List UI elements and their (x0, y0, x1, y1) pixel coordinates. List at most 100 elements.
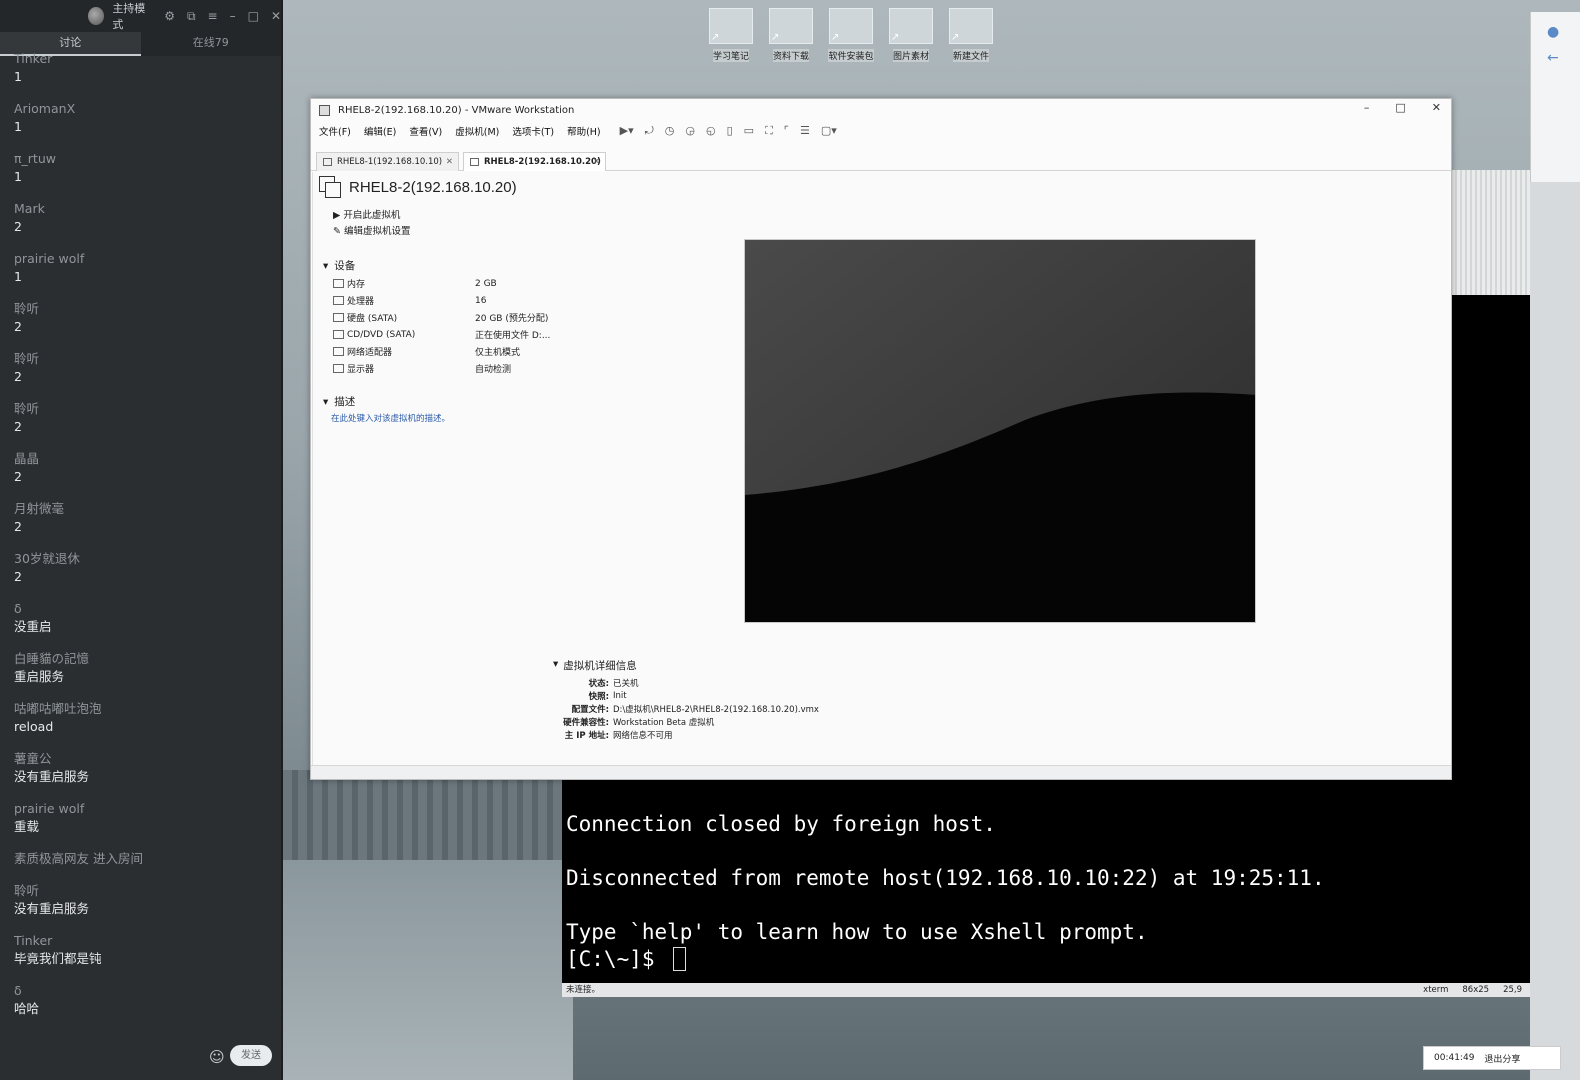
edit-settings-link[interactable]: ✎ 编辑虚拟机设置 (333, 224, 410, 240)
device-row-display[interactable]: 显示器 自动检测 (333, 360, 550, 377)
device-row-disk[interactable]: 硬盘 (SATA) 20 GB (预先分配) (333, 309, 550, 326)
tab-rhel8-2[interactable]: RHEL8-2(192.168.10.20) ✕ (463, 152, 606, 171)
close-icon[interactable]: ✕ (1432, 101, 1441, 114)
desktop-shortcut[interactable]: 学习笔记 (705, 8, 757, 70)
chat-username[interactable]: AriomanX (14, 100, 267, 118)
chat-text: 1 (14, 269, 22, 284)
minimize-icon[interactable]: – (1364, 101, 1370, 114)
description-input[interactable]: 在此处键入对该虚拟机的描述。 (331, 412, 450, 424)
chat-username[interactable]: Tinker (14, 932, 267, 950)
vm-screen-preview[interactable] (744, 239, 1256, 623)
chat-header: 主持模式 ⚙ ⧉ ≡ – □ ✕ (0, 0, 281, 32)
vm-actions: ▶ 开启此虚拟机 ✎ 编辑虚拟机设置 (333, 208, 410, 240)
send-keys-icon[interactable]: ⤾ (645, 124, 654, 138)
chat-username[interactable]: δ (14, 982, 267, 1000)
chat-username[interactable]: prairie wolf (14, 800, 267, 818)
library-icon[interactable]: ▯ (727, 124, 733, 138)
avatar[interactable] (88, 7, 105, 25)
chat-username[interactable]: 聆听 (14, 882, 267, 900)
menu-vm[interactable]: 虚拟机(M) (455, 124, 499, 138)
revert-snapshot-icon[interactable]: ◶ (685, 124, 695, 138)
close-tab-icon[interactable]: ✕ (593, 153, 600, 171)
tab-label: RHEL8-2(192.168.10.20) (484, 157, 601, 167)
chat-username[interactable]: 素质极高网友 进入房间 (14, 850, 267, 868)
chat-username[interactable]: 白睡貓の記憶 (14, 650, 267, 668)
desktop-shortcut[interactable]: 资料下载 (765, 8, 817, 70)
minimize-icon[interactable]: – (230, 9, 236, 23)
menu-icon[interactable]: ≡ (208, 9, 218, 23)
chat-username[interactable]: 30岁就退休 (14, 550, 267, 568)
disk-icon (333, 313, 344, 322)
device-row-network[interactable]: 网络适配器 仅主机模式 (333, 343, 550, 360)
device-row-cpu[interactable]: 处理器 16 (333, 292, 550, 309)
live-chat-panel: 主持模式 ⚙ ⧉ ≡ – □ ✕ 讨论 在线79 Tinker 1 AriomanX… (0, 0, 283, 1080)
chat-text: 2 (14, 519, 22, 534)
play-icon[interactable]: ▶▾ (620, 124, 634, 138)
maximize-icon[interactable]: □ (1395, 101, 1405, 114)
menu-edit[interactable]: 编辑(E) (364, 124, 396, 138)
snapshot-manager-icon[interactable]: ◵ (706, 124, 716, 138)
close-icon[interactable]: ✕ (271, 9, 281, 23)
chat-username[interactable]: 晶晶 (14, 450, 267, 468)
back-arrow-icon[interactable]: ← (1547, 50, 1559, 66)
chat-text: 2 (14, 369, 22, 384)
snapshot-icon[interactable]: ◷ (665, 124, 675, 138)
chat-message: 聆听 2 (14, 350, 267, 386)
connection-status: 未连接。 (566, 985, 601, 995)
chat-message: 聆听 没有重启服务 (14, 882, 267, 918)
menu-file[interactable]: 文件(F) (319, 124, 351, 138)
thumbnail-icon[interactable]: ▭ (744, 124, 754, 138)
desktop-shortcut[interactable]: 新建文件 (945, 8, 997, 70)
chat-username[interactable]: 聆听 (14, 350, 267, 368)
chat-username[interactable]: 聆听 (14, 300, 267, 318)
unity-icon[interactable]: ⌜ (784, 124, 789, 138)
exit-share-button[interactable]: 退出分享 (1484, 1052, 1520, 1065)
power-on-link[interactable]: ▶ 开启此虚拟机 (333, 208, 410, 224)
chat-username[interactable]: 咕嘟咕嘟吐泡泡 (14, 700, 267, 718)
view-icon[interactable]: ▢▾ (821, 124, 837, 138)
menu-view[interactable]: 查看(V) (409, 124, 442, 138)
vm-header: RHEL8-2(192.168.10.20) (319, 176, 517, 198)
vm-details: ▾ 虚拟机详细信息 状态: 已关机 快照: Init 配置文件: D:\虚拟机\RHEL… (553, 658, 819, 741)
details-section-header[interactable]: ▾ 虚拟机详细信息 (553, 658, 819, 673)
close-tab-icon[interactable]: ✕ (446, 153, 453, 171)
chat-message: 咕嘟咕嘟吐泡泡 reload (14, 700, 267, 736)
popout-icon[interactable]: ⧉ (187, 9, 196, 24)
device-row-cdrom[interactable]: CD/DVD (SATA) 正在使用文件 D:... (333, 326, 550, 343)
chat-username[interactable]: Mark (14, 200, 267, 218)
device-row-memory[interactable]: 内存 2 GB (333, 275, 550, 292)
maximize-icon[interactable]: □ (248, 9, 259, 23)
settings-icon[interactable]: ⚙ (164, 9, 175, 23)
chat-text: 2 (14, 569, 22, 584)
chat-text: 1 (14, 69, 22, 84)
terminal-prompt-line[interactable]: [C:\~]$ (566, 946, 1325, 973)
desktop-shortcut[interactable]: 图片素材 (885, 8, 937, 70)
console-icon[interactable]: ☰ (800, 124, 810, 138)
chat-message: 月射微毫 2 (14, 500, 267, 536)
menu-help[interactable]: 帮助(H) (567, 124, 601, 138)
description-section-header[interactable]: ▾ 描述 (323, 394, 355, 409)
chat-username[interactable]: prairie wolf (14, 250, 267, 268)
chat-username[interactable]: 聆听 (14, 400, 267, 418)
vm-tab-bar: RHEL8-1(192.168.10.10) ✕ RHEL8-2(192.168.… (311, 151, 1451, 171)
menu-tabs[interactable]: 选项卡(T) (512, 124, 554, 138)
desktop-shortcut[interactable]: 软件安装包 (825, 8, 877, 70)
lake-image (283, 860, 573, 1080)
chat-message: Mark 2 (14, 200, 267, 236)
chat-text: 毕竟我们都是钝 (14, 951, 102, 966)
chat-bubble-icon[interactable]: ● (1547, 24, 1559, 40)
xshell-terminal[interactable]: Connection closed by foreign host. Disco… (562, 775, 1530, 997)
chat-username[interactable]: 薯童公 (14, 750, 267, 768)
devices-section-header[interactable]: ▾ 设备 (323, 258, 355, 273)
send-button[interactable]: 发送 (230, 1045, 272, 1066)
vm-icon (319, 176, 341, 198)
tab-rhel8-1[interactable]: RHEL8-1(192.168.10.10) ✕ (316, 152, 459, 171)
chat-username[interactable]: π_rtuw (14, 150, 267, 168)
chat-username[interactable]: δ (14, 600, 267, 618)
chat-username[interactable]: Tinker (14, 50, 267, 68)
chat-text: 2 (14, 419, 22, 434)
fullscreen-icon[interactable]: ⛶ (765, 124, 773, 138)
emoji-icon[interactable]: ☺ (209, 1048, 225, 1066)
chat-username[interactable]: 月射微毫 (14, 500, 267, 518)
